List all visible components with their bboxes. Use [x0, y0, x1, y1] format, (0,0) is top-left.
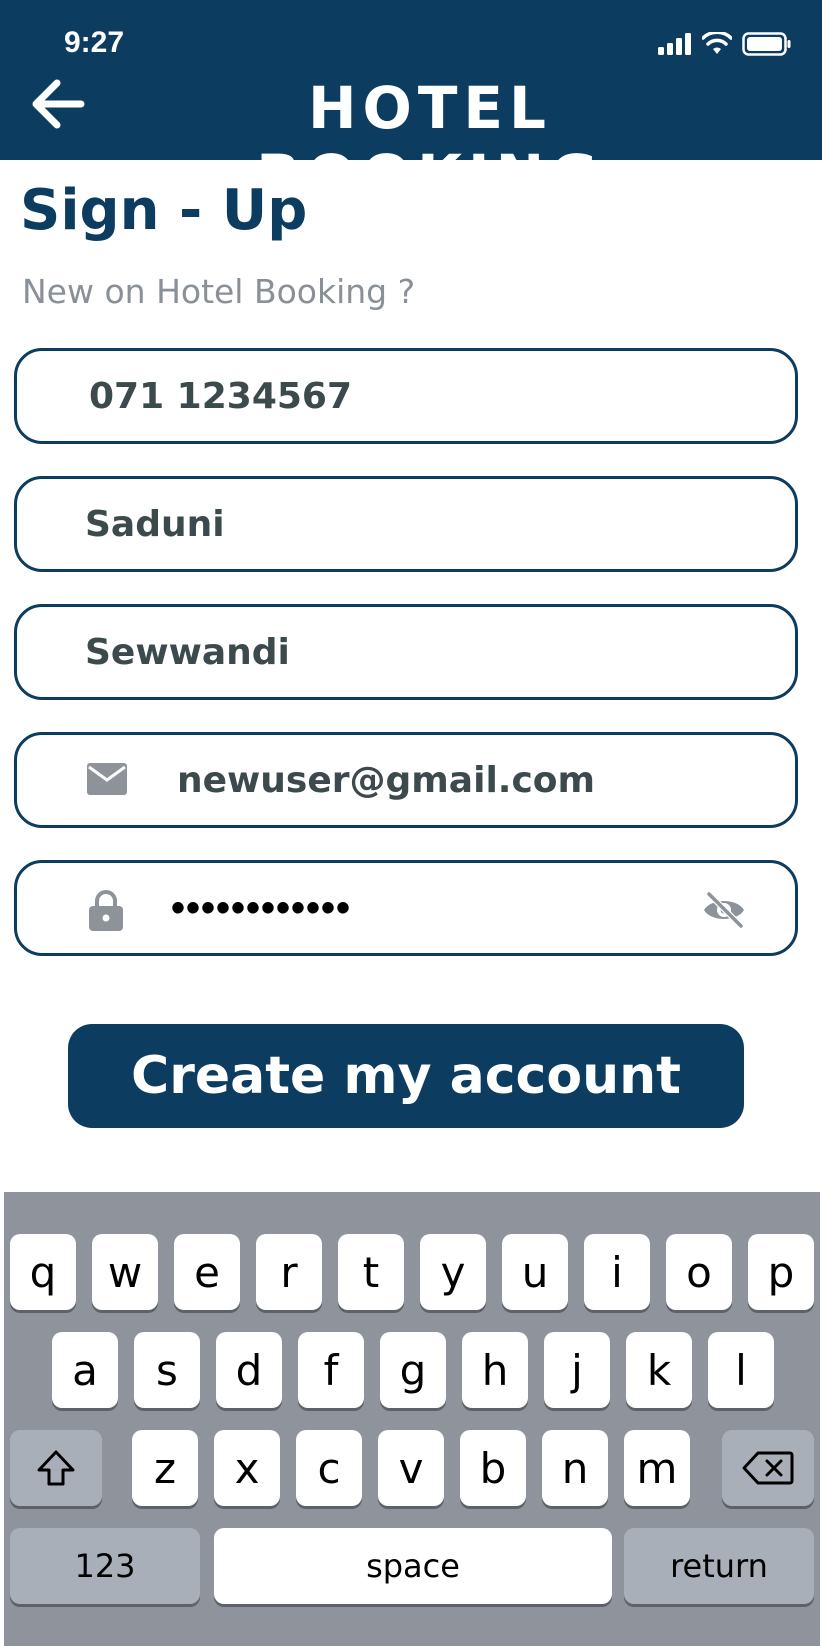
- key-z[interactable]: z: [132, 1430, 198, 1506]
- key-i[interactable]: i: [584, 1234, 650, 1310]
- key-e[interactable]: e: [174, 1234, 240, 1310]
- arrow-left-icon: [32, 79, 85, 129]
- key-r[interactable]: r: [256, 1234, 322, 1310]
- return-key[interactable]: return: [624, 1528, 814, 1604]
- status-icons: [658, 32, 792, 56]
- key-d[interactable]: d: [216, 1332, 282, 1408]
- mail-icon: [87, 763, 127, 795]
- key-m[interactable]: m: [624, 1430, 690, 1506]
- key-y[interactable]: y: [420, 1234, 486, 1310]
- key-o[interactable]: o: [666, 1234, 732, 1310]
- key-g[interactable]: g: [380, 1332, 446, 1408]
- key-p[interactable]: p: [748, 1234, 814, 1310]
- key-t[interactable]: t: [338, 1234, 404, 1310]
- key-v[interactable]: v: [378, 1430, 444, 1506]
- last-name-value: Sewwandi: [85, 631, 290, 673]
- key-f[interactable]: f: [298, 1332, 364, 1408]
- shift-icon: [37, 1450, 75, 1486]
- numbers-key[interactable]: 123: [10, 1528, 200, 1604]
- wifi-icon: [702, 32, 732, 54]
- key-k[interactable]: k: [626, 1332, 692, 1408]
- key-s[interactable]: s: [134, 1332, 200, 1408]
- email-value: newuser@gmail.com: [177, 759, 596, 801]
- key-w[interactable]: w: [92, 1234, 158, 1310]
- key-q[interactable]: q: [10, 1234, 76, 1310]
- key-l[interactable]: l: [708, 1332, 774, 1408]
- page-title: Sign - Up: [20, 178, 308, 243]
- last-name-field[interactable]: Sewwandi: [14, 604, 798, 700]
- email-field[interactable]: newuser@gmail.com: [14, 732, 798, 828]
- phone-field[interactable]: 071 1234567: [14, 348, 798, 444]
- back-button[interactable]: [26, 72, 90, 136]
- lock-icon: [89, 890, 123, 931]
- first-name-value: Saduni: [85, 503, 225, 545]
- password-masked-value: ••••••••••••: [171, 885, 352, 930]
- key-b[interactable]: b: [460, 1430, 526, 1506]
- key-c[interactable]: c: [296, 1430, 362, 1506]
- key-x[interactable]: x: [214, 1430, 280, 1506]
- key-h[interactable]: h: [462, 1332, 528, 1408]
- create-account-button[interactable]: Create my account: [68, 1024, 744, 1128]
- key-a[interactable]: a: [52, 1332, 118, 1408]
- on-screen-keyboard: q w e r t y u i o p a s d f g h j k l z …: [4, 1192, 820, 1646]
- backspace-icon: [742, 1451, 794, 1485]
- key-u[interactable]: u: [502, 1234, 568, 1310]
- password-field[interactable]: ••••••••••••: [14, 860, 798, 956]
- status-time: 9:27: [64, 26, 125, 59]
- first-name-field[interactable]: Saduni: [14, 476, 798, 572]
- backspace-key[interactable]: [722, 1430, 814, 1506]
- app-header: 9:27 HOTEL BOOKING: [0, 0, 822, 210]
- battery-icon: [742, 32, 791, 56]
- eye-off-icon[interactable]: [701, 891, 747, 929]
- page-subtitle: New on Hotel Booking ?: [22, 272, 416, 311]
- key-n[interactable]: n: [542, 1430, 608, 1506]
- shift-key[interactable]: [10, 1430, 102, 1506]
- phone-value: 071 1234567: [89, 375, 353, 417]
- signal-icon: [658, 33, 691, 55]
- key-j[interactable]: j: [544, 1332, 610, 1408]
- space-key[interactable]: space: [214, 1528, 612, 1604]
